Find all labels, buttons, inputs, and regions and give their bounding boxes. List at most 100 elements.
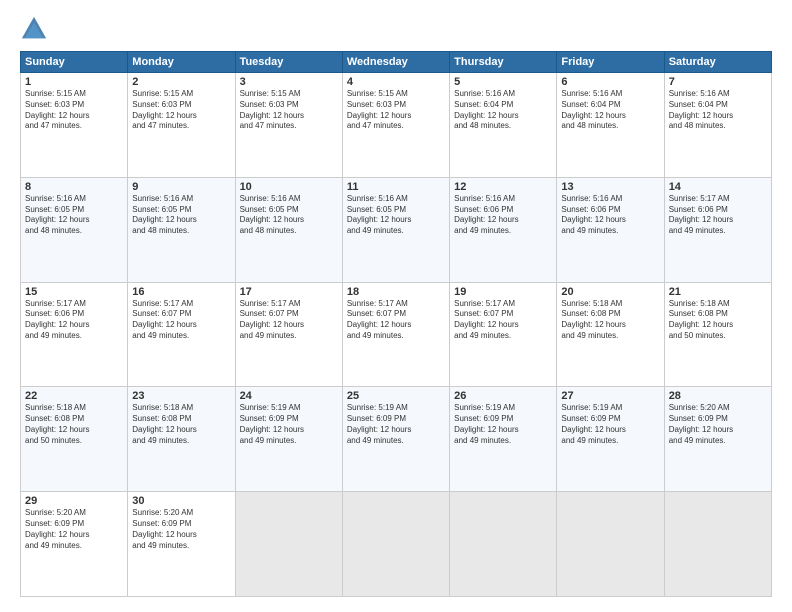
day-number: 15 [25,286,123,298]
day-number: 23 [132,390,230,402]
day-number: 19 [454,286,552,298]
day-info: Sunrise: 5:16 AM Sunset: 6:05 PM Dayligh… [132,194,230,237]
day-header-thursday: Thursday [450,52,557,73]
week-row-1: 1 Sunrise: 5:15 AM Sunset: 6:03 PM Daylig… [21,73,772,178]
day-info: Sunrise: 5:16 AM Sunset: 6:05 PM Dayligh… [240,194,338,237]
day-number: 30 [132,495,230,507]
day-number: 8 [25,181,123,193]
week-row-3: 15Sunrise: 5:17 AM Sunset: 6:06 PM Dayli… [21,282,772,387]
day-info: Sunrise: 5:20 AM Sunset: 6:09 PM Dayligh… [25,508,123,551]
day-number: 5 [454,76,552,88]
day-header-monday: Monday [128,52,235,73]
calendar-cell: 26Sunrise: 5:19 AM Sunset: 6:09 PM Dayli… [450,387,557,492]
day-header-saturday: Saturday [664,52,771,73]
day-info: Sunrise: 5:16 AM Sunset: 6:04 PM Dayligh… [561,89,659,132]
day-number: 3 [240,76,338,88]
day-info: Sunrise: 5:17 AM Sunset: 6:07 PM Dayligh… [454,299,552,342]
day-info: Sunrise: 5:20 AM Sunset: 6:09 PM Dayligh… [132,508,230,551]
page: SundayMondayTuesdayWednesdayThursdayFrid… [0,0,792,612]
day-number: 22 [25,390,123,402]
day-number: 28 [669,390,767,402]
calendar-cell: 5Sunrise: 5:16 AM Sunset: 6:04 PM Daylig… [450,73,557,178]
calendar-cell: 20Sunrise: 5:18 AM Sunset: 6:08 PM Dayli… [557,282,664,387]
week-row-5: 29Sunrise: 5:20 AM Sunset: 6:09 PM Dayli… [21,492,772,597]
calendar-cell [557,492,664,597]
day-info: Sunrise: 5:18 AM Sunset: 6:08 PM Dayligh… [132,403,230,446]
calendar-table: SundayMondayTuesdayWednesdayThursdayFrid… [20,51,772,597]
calendar-cell: 16Sunrise: 5:17 AM Sunset: 6:07 PM Dayli… [128,282,235,387]
calendar-cell: 23Sunrise: 5:18 AM Sunset: 6:08 PM Dayli… [128,387,235,492]
calendar-cell: 28Sunrise: 5:20 AM Sunset: 6:09 PM Dayli… [664,387,771,492]
calendar-cell: 29Sunrise: 5:20 AM Sunset: 6:09 PM Dayli… [21,492,128,597]
day-number: 10 [240,181,338,193]
calendar-cell: 27Sunrise: 5:19 AM Sunset: 6:09 PM Dayli… [557,387,664,492]
logo [20,15,52,43]
calendar-cell [235,492,342,597]
day-info: Sunrise: 5:18 AM Sunset: 6:08 PM Dayligh… [25,403,123,446]
calendar-cell: 15Sunrise: 5:17 AM Sunset: 6:06 PM Dayli… [21,282,128,387]
day-number: 16 [132,286,230,298]
calendar-cell: 8Sunrise: 5:16 AM Sunset: 6:05 PM Daylig… [21,177,128,282]
calendar-cell: 22Sunrise: 5:18 AM Sunset: 6:08 PM Dayli… [21,387,128,492]
calendar-cell: 12Sunrise: 5:16 AM Sunset: 6:06 PM Dayli… [450,177,557,282]
day-number: 13 [561,181,659,193]
calendar-cell: 14Sunrise: 5:17 AM Sunset: 6:06 PM Dayli… [664,177,771,282]
calendar-cell [342,492,449,597]
day-info: Sunrise: 5:16 AM Sunset: 6:06 PM Dayligh… [454,194,552,237]
calendar-cell: 21Sunrise: 5:18 AM Sunset: 6:08 PM Dayli… [664,282,771,387]
day-number: 2 [132,76,230,88]
day-info: Sunrise: 5:17 AM Sunset: 6:06 PM Dayligh… [669,194,767,237]
calendar-cell: 19Sunrise: 5:17 AM Sunset: 6:07 PM Dayli… [450,282,557,387]
day-header-sunday: Sunday [21,52,128,73]
day-info: Sunrise: 5:17 AM Sunset: 6:07 PM Dayligh… [132,299,230,342]
day-info: Sunrise: 5:18 AM Sunset: 6:08 PM Dayligh… [669,299,767,342]
day-number: 12 [454,181,552,193]
days-header-row: SundayMondayTuesdayWednesdayThursdayFrid… [21,52,772,73]
day-number: 18 [347,286,445,298]
day-number: 6 [561,76,659,88]
day-info: Sunrise: 5:16 AM Sunset: 6:04 PM Dayligh… [669,89,767,132]
calendar-cell: 10Sunrise: 5:16 AM Sunset: 6:05 PM Dayli… [235,177,342,282]
day-number: 26 [454,390,552,402]
day-number: 29 [25,495,123,507]
day-header-tuesday: Tuesday [235,52,342,73]
day-header-wednesday: Wednesday [342,52,449,73]
calendar-cell: 9Sunrise: 5:16 AM Sunset: 6:05 PM Daylig… [128,177,235,282]
calendar-cell: 17Sunrise: 5:17 AM Sunset: 6:07 PM Dayli… [235,282,342,387]
calendar-cell: 13Sunrise: 5:16 AM Sunset: 6:06 PM Dayli… [557,177,664,282]
day-info: Sunrise: 5:16 AM Sunset: 6:04 PM Dayligh… [454,89,552,132]
day-info: Sunrise: 5:18 AM Sunset: 6:08 PM Dayligh… [561,299,659,342]
day-number: 21 [669,286,767,298]
day-info: Sunrise: 5:16 AM Sunset: 6:05 PM Dayligh… [25,194,123,237]
day-info: Sunrise: 5:19 AM Sunset: 6:09 PM Dayligh… [561,403,659,446]
day-info: Sunrise: 5:19 AM Sunset: 6:09 PM Dayligh… [240,403,338,446]
week-row-4: 22Sunrise: 5:18 AM Sunset: 6:08 PM Dayli… [21,387,772,492]
day-info: Sunrise: 5:16 AM Sunset: 6:05 PM Dayligh… [347,194,445,237]
day-info: Sunrise: 5:17 AM Sunset: 6:07 PM Dayligh… [240,299,338,342]
calendar-cell: 11Sunrise: 5:16 AM Sunset: 6:05 PM Dayli… [342,177,449,282]
day-number: 11 [347,181,445,193]
day-number: 7 [669,76,767,88]
calendar-cell: 4Sunrise: 5:15 AM Sunset: 6:03 PM Daylig… [342,73,449,178]
calendar-cell: 25Sunrise: 5:19 AM Sunset: 6:09 PM Dayli… [342,387,449,492]
day-number: 9 [132,181,230,193]
day-number: 1 [25,76,123,88]
logo-icon [20,15,48,43]
day-number: 27 [561,390,659,402]
calendar-cell [664,492,771,597]
calendar-cell: 2Sunrise: 5:15 AM Sunset: 6:03 PM Daylig… [128,73,235,178]
day-info: Sunrise: 5:15 AM Sunset: 6:03 PM Dayligh… [132,89,230,132]
day-info: Sunrise: 5:17 AM Sunset: 6:07 PM Dayligh… [347,299,445,342]
day-info: Sunrise: 5:17 AM Sunset: 6:06 PM Dayligh… [25,299,123,342]
day-info: Sunrise: 5:15 AM Sunset: 6:03 PM Dayligh… [347,89,445,132]
day-info: Sunrise: 5:19 AM Sunset: 6:09 PM Dayligh… [454,403,552,446]
calendar-cell: 3Sunrise: 5:15 AM Sunset: 6:03 PM Daylig… [235,73,342,178]
calendar-cell: 6Sunrise: 5:16 AM Sunset: 6:04 PM Daylig… [557,73,664,178]
header [20,15,772,43]
day-info: Sunrise: 5:19 AM Sunset: 6:09 PM Dayligh… [347,403,445,446]
calendar-cell: 7Sunrise: 5:16 AM Sunset: 6:04 PM Daylig… [664,73,771,178]
day-header-friday: Friday [557,52,664,73]
day-number: 4 [347,76,445,88]
calendar-cell: 1Sunrise: 5:15 AM Sunset: 6:03 PM Daylig… [21,73,128,178]
calendar-cell: 18Sunrise: 5:17 AM Sunset: 6:07 PM Dayli… [342,282,449,387]
